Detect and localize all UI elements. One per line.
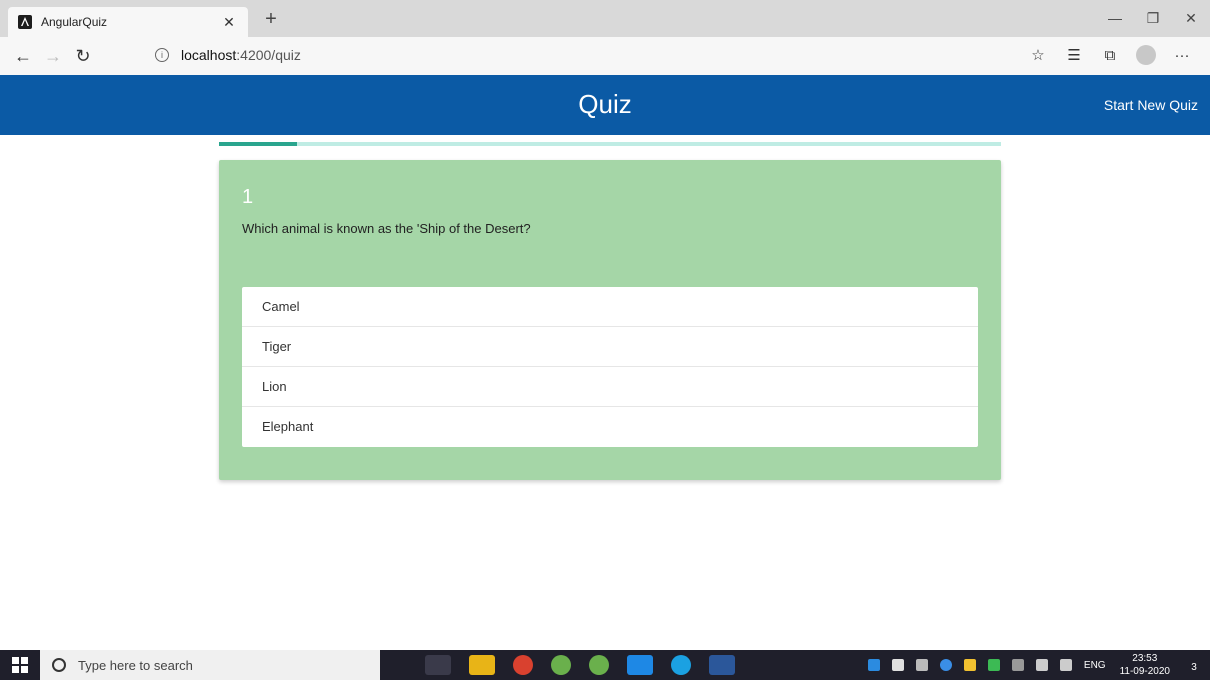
- address-bar-row: ← → ↻ i localhost :4200/quiz ☆ ☰ ⧉ ···: [0, 37, 1210, 75]
- word-icon[interactable]: [709, 655, 735, 675]
- notification-icon[interactable]: 3: [1178, 650, 1210, 680]
- tab-title: AngularQuiz: [41, 15, 108, 29]
- favorite-star-icon[interactable]: ☆: [1020, 46, 1056, 64]
- app-header: Quiz Start New Quiz: [0, 75, 1210, 135]
- spring-tool-icon-2[interactable]: [589, 655, 609, 675]
- volume-icon[interactable]: [1059, 659, 1072, 671]
- question-text: Which animal is known as the 'Ship of th…: [242, 221, 531, 236]
- search-placeholder: Type here to search: [78, 657, 193, 673]
- browser-toolbar: ☆ ☰ ⧉ ···: [1020, 45, 1200, 65]
- taskbar-search[interactable]: Type here to search: [40, 650, 380, 680]
- new-tab-icon[interactable]: +: [260, 9, 282, 29]
- profile-avatar[interactable]: [1136, 45, 1156, 65]
- collections-icon[interactable]: ⧉: [1092, 47, 1128, 64]
- start-new-quiz-link[interactable]: Start New Quiz: [1104, 97, 1198, 113]
- search-icon: [52, 658, 66, 672]
- forward-icon[interactable]: →: [38, 46, 68, 67]
- language-indicator[interactable]: ENG: [1084, 660, 1106, 671]
- more-icon[interactable]: ···: [1164, 47, 1200, 64]
- tray-dollar-icon[interactable]: [891, 659, 904, 671]
- question-number: 1: [242, 186, 254, 208]
- favorites-list-icon[interactable]: ☰: [1056, 46, 1092, 64]
- edge-icon[interactable]: [671, 655, 691, 675]
- tray-app2-icon[interactable]: [915, 659, 928, 671]
- angular-icon: [18, 15, 32, 29]
- quiz-progress-fill: [219, 142, 298, 146]
- windows-start-icon[interactable]: [0, 650, 40, 680]
- window-controls: — ❐ ✕: [1096, 0, 1210, 37]
- question-card: 1 Which animal is known as the 'Ship of …: [219, 160, 1001, 480]
- info-icon[interactable]: i: [155, 48, 169, 62]
- browser-tab-bar: AngularQuiz ✕ + — ❐ ✕: [0, 0, 1210, 37]
- answer-option[interactable]: Tiger: [242, 327, 978, 367]
- restore-icon[interactable]: ❐: [1134, 0, 1172, 37]
- clock[interactable]: 23:53 11-09-2020: [1120, 652, 1170, 678]
- onedrive-icon[interactable]: [939, 659, 952, 671]
- tray-app3-icon[interactable]: [987, 659, 1000, 671]
- answer-option[interactable]: Elephant: [242, 407, 978, 447]
- answer-option[interactable]: Lion: [242, 367, 978, 407]
- browser-tab[interactable]: AngularQuiz ✕: [8, 7, 248, 37]
- battery-icon[interactable]: [1035, 659, 1048, 671]
- url-path: :4200/quiz: [236, 47, 301, 63]
- task-view-icon[interactable]: [425, 655, 451, 675]
- vscode-icon[interactable]: [627, 655, 653, 675]
- clock-time: 23:53: [1132, 653, 1158, 664]
- url-host: localhost: [181, 47, 237, 63]
- tray-app-icon[interactable]: [867, 659, 880, 671]
- minimize-icon[interactable]: —: [1096, 0, 1134, 37]
- system-tray: ENG 23:53 11-09-2020 3: [862, 650, 1210, 680]
- page-title: Quiz: [578, 89, 632, 119]
- close-window-icon[interactable]: ✕: [1172, 0, 1210, 37]
- clock-date: 11-09-2020: [1119, 666, 1170, 677]
- notification-count: 3: [1191, 662, 1197, 673]
- spring-tool-icon[interactable]: [551, 655, 571, 675]
- quiz-progress-bar: [219, 142, 1001, 146]
- refresh-icon[interactable]: ↻: [68, 46, 98, 67]
- security-icon[interactable]: [963, 659, 976, 671]
- answer-options-list: Camel Tiger Lion Elephant: [242, 287, 978, 447]
- file-explorer-icon[interactable]: [469, 655, 495, 675]
- back-icon[interactable]: ←: [8, 46, 38, 67]
- taskbar: Type here to search ENG 23:53 11-09-2020…: [0, 650, 1210, 680]
- answer-option[interactable]: Camel: [242, 287, 978, 327]
- wifi-icon[interactable]: [1011, 659, 1024, 671]
- tab-close-icon[interactable]: ✕: [220, 14, 238, 31]
- chrome-icon[interactable]: [513, 655, 533, 675]
- url-field[interactable]: i localhost :4200/quiz: [155, 47, 301, 63]
